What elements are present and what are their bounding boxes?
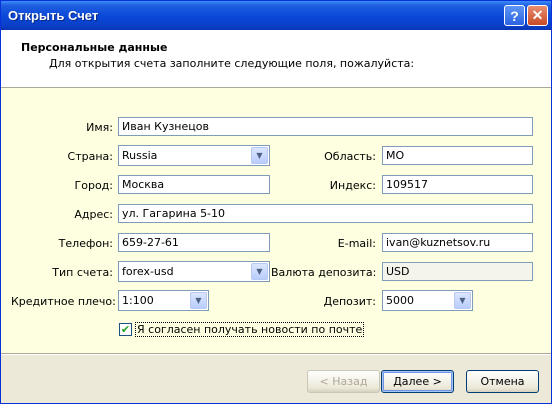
deposit-currency-field[interactable]: USD [382,262,533,281]
open-account-dialog: Открыть Счет ? ✕ Персональные данные Для… [0,0,552,404]
account-type-label: Тип счета: [52,266,113,279]
country-value: Russia [122,149,158,162]
newsletter-label[interactable]: Я согласен получать новости по почте [135,321,365,337]
country-label: Страна: [67,150,113,163]
title-bar[interactable]: Открыть Счет ? ✕ [1,1,551,30]
help-button[interactable]: ? [504,5,525,26]
city-field[interactable]: Москва [118,175,270,194]
close-button[interactable]: ✕ [527,5,548,26]
deposit-label: Депозит: [323,295,376,308]
zip-field[interactable]: 109517 [382,175,533,194]
leverage-label: Кредитное плечо: [11,295,116,308]
phone-label: Телефон: [58,237,113,250]
region-label: Область: [324,150,376,163]
country-select[interactable]: Russia ▼ [118,145,270,166]
checkmark-icon: ✔ [120,322,131,336]
account-type-value: forex-usd [122,265,174,278]
section-title: Персональные данные [21,41,168,54]
deposit-select[interactable]: 5000 ▼ [382,290,473,311]
back-button[interactable]: < Назад [307,370,380,393]
phone-field[interactable]: 659-27-61 [118,233,270,252]
address-field[interactable]: ул. Гагарина 5-10 [118,204,533,223]
cancel-button[interactable]: Отмена [466,370,539,393]
close-icon: ✕ [531,7,544,23]
city-label: Город: [74,179,113,192]
name-field[interactable]: Иван Кузнецов [118,117,533,136]
email-field[interactable]: ivan@kuznetsov.ru [382,233,533,252]
next-button[interactable]: Далее > [381,370,454,393]
name-label: Имя: [86,121,113,134]
email-label: E-mail: [337,237,376,250]
deposit-value: 5000 [386,294,414,307]
leverage-value: 1:100 [122,294,154,307]
newsletter-checkbox[interactable]: ✔ [119,322,132,336]
deposit-currency-label: Валюта депозита: [271,266,377,279]
footer-separator [1,353,551,355]
chevron-down-icon[interactable]: ▼ [251,147,268,164]
leverage-select[interactable]: 1:100 ▼ [118,290,209,311]
window-title: Открыть Счет [8,8,99,23]
help-icon: ? [510,7,519,24]
newsletter-checkbox-row[interactable]: ✔ Я согласен получать новости по почте [119,321,365,337]
section-subtitle: Для открытия счета заполните следующие п… [49,57,415,70]
chevron-down-icon[interactable]: ▼ [454,292,471,309]
zip-label: Индекс: [329,179,376,192]
address-label: Адрес: [74,208,113,221]
account-type-select[interactable]: forex-usd ▼ [118,261,270,282]
region-field[interactable]: MO [382,146,533,165]
wizard-header: Персональные данные Для открытия счета з… [1,30,551,88]
chevron-down-icon[interactable]: ▼ [251,263,268,280]
chevron-down-icon[interactable]: ▼ [190,292,207,309]
